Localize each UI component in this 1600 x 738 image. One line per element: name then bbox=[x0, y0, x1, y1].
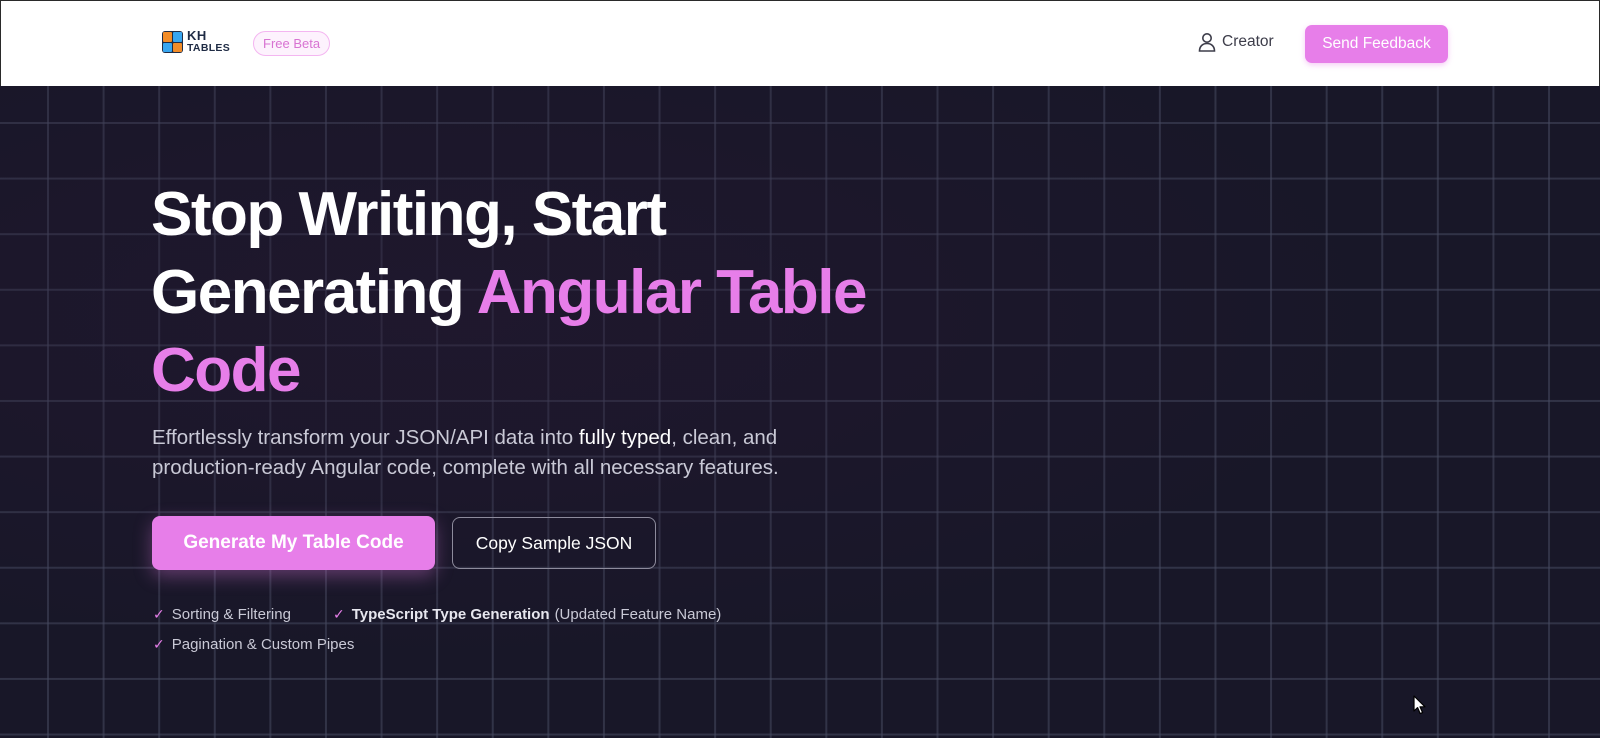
logo-grid-icon bbox=[162, 31, 183, 53]
feature-text: Sorting & Filtering bbox=[171, 606, 291, 623]
headline-line-1: Stop Writing, Start bbox=[151, 180, 667, 249]
feature-item: ✓ TypeScript Type Generation (Updated Fe… bbox=[333, 606, 721, 623]
top-navbar: KH TABLES Free Beta Creator Send Feedbac… bbox=[0, 0, 1600, 86]
hero-headline: Stop Writing, Start Generating Angular T… bbox=[151, 176, 911, 410]
check-icon: ✓ bbox=[333, 606, 345, 622]
logo[interactable]: KH TABLES bbox=[162, 28, 231, 54]
hero-subheading: Effortlessly transform your JSON/API dat… bbox=[152, 423, 812, 483]
feature-item: ✓ Sorting & Filtering bbox=[153, 606, 291, 623]
headline-part-2: Generating bbox=[151, 258, 477, 327]
logo-line-2: TABLES bbox=[187, 42, 231, 54]
creator-link[interactable]: Creator bbox=[1198, 32, 1274, 52]
logo-text: KH TABLES bbox=[187, 28, 231, 54]
feature-bold-text: TypeScript Type Generation bbox=[351, 606, 550, 623]
copy-sample-json-button[interactable]: Copy Sample JSON bbox=[452, 517, 656, 569]
mouse-cursor-icon bbox=[1413, 695, 1426, 715]
logo-line-1: KH bbox=[187, 28, 207, 43]
creator-label: Creator bbox=[1222, 33, 1274, 50]
subhead-part-1: Effortlessly transform your JSON/API dat… bbox=[152, 426, 579, 449]
send-feedback-button[interactable]: Send Feedback bbox=[1305, 25, 1448, 63]
generate-table-code-button[interactable]: Generate My Table Code bbox=[152, 516, 435, 570]
feature-text: Pagination & Custom Pipes bbox=[171, 636, 355, 653]
subhead-strong: fully typed bbox=[578, 426, 672, 449]
user-icon bbox=[1198, 33, 1216, 52]
feature-item: ✓ Pagination & Custom Pipes bbox=[153, 636, 354, 653]
check-icon: ✓ bbox=[153, 636, 165, 652]
check-icon: ✓ bbox=[153, 606, 165, 622]
beta-badge: Free Beta bbox=[253, 31, 331, 56]
feature-text: (Updated Feature Name) bbox=[554, 606, 722, 623]
